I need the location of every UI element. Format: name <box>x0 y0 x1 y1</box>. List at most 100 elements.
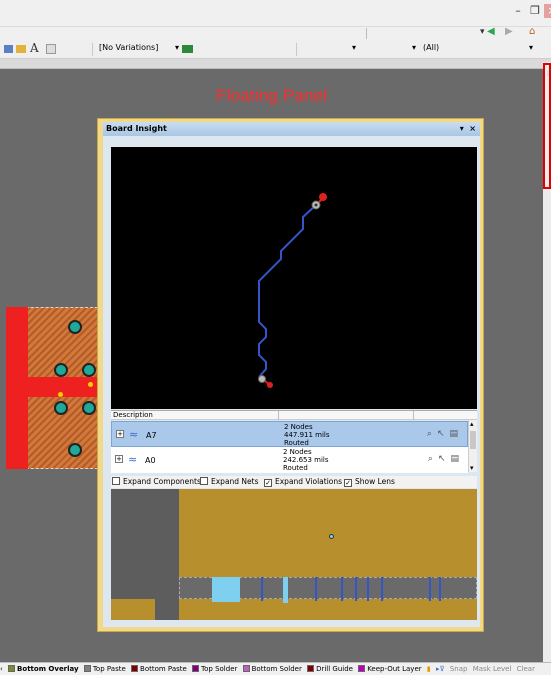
copper-area <box>111 599 155 620</box>
highlighted-pad[interactable] <box>212 577 240 602</box>
variations-dropdown-arrow-icon[interactable]: ▾ <box>175 43 179 52</box>
option-label: Expand Components <box>123 477 201 486</box>
layer-tab-bottom-overlay[interactable]: Bottom Overlay <box>8 663 79 675</box>
snap-toggle[interactable]: Snap <box>450 663 468 675</box>
net-preview-map[interactable] <box>111 147 477 409</box>
highlighted-trace[interactable] <box>283 577 288 603</box>
lens-trace <box>355 577 357 601</box>
filter-options-icon[interactable]: ▾ <box>529 43 533 52</box>
mask-level-button[interactable]: Mask Level <box>473 663 512 675</box>
net-name: A7 <box>146 431 157 440</box>
close-window-icon[interactable]: × <box>544 4 551 18</box>
select-icon[interactable]: ↖ <box>438 454 451 464</box>
checkbox[interactable] <box>112 477 120 485</box>
lens-trace <box>381 577 383 601</box>
layer-label: Bottom Paste <box>140 665 187 673</box>
zoom-icon[interactable]: ⌕ <box>427 429 437 439</box>
net-info: 2 Nodes 242.653 mils Routed <box>283 448 329 472</box>
layer-tab-drill-guide[interactable]: Drill Guide <box>307 663 353 675</box>
row-actions: ⌕↖▤ <box>428 454 464 464</box>
layer-stack-icon[interactable] <box>4 45 13 53</box>
layer-tab-bottom-solder[interactable]: Bottom Solder <box>242 663 302 675</box>
column-description[interactable]: Description <box>113 411 153 420</box>
nav-divider <box>366 28 367 39</box>
top-layer-band <box>6 377 98 397</box>
board-icon[interactable] <box>182 45 193 53</box>
board-insight-body: Board Insight ▾ × Description + ≈ A7 2 N… <box>103 122 480 627</box>
column-divider[interactable] <box>278 411 279 420</box>
layer-tab-top-paste[interactable]: Top Paste <box>83 663 126 675</box>
layer-set-icon[interactable]: ▮ <box>427 663 431 675</box>
net-status: Routed <box>284 439 309 447</box>
select-icon[interactable]: ↖ <box>437 429 450 439</box>
lens-empty-area <box>111 489 179 599</box>
net-row[interactable]: + ≈ A7 2 Nodes 447.911 mils Routed ⌕↖▤ <box>111 421 468 447</box>
expand-components-option[interactable]: Expand Components <box>112 476 201 488</box>
column-divider[interactable] <box>413 411 414 420</box>
checkbox-checked[interactable]: ✓ <box>264 479 272 487</box>
expand-icon[interactable]: + <box>115 455 123 463</box>
scroll-down-icon[interactable]: ▾ <box>470 464 474 472</box>
via[interactable] <box>88 382 93 387</box>
scroll-up-icon[interactable]: ▴ <box>470 420 474 428</box>
net-length: 447.911 mils <box>284 431 330 439</box>
lens-trace <box>367 577 369 601</box>
net-length: 242.653 mils <box>283 456 329 464</box>
expand-nets-option[interactable]: Expand Nets <box>200 476 259 488</box>
layer-tab-scroll-icon[interactable]: ‹ <box>0 663 3 675</box>
lens-trace <box>315 577 317 601</box>
panel-titlebar[interactable]: Board Insight ▾ × <box>103 122 480 136</box>
option-label: Show Lens <box>355 477 395 486</box>
folder-icon[interactable] <box>16 45 26 53</box>
toolbar-separator <box>92 43 93 56</box>
option-label: Expand Violations <box>275 477 343 486</box>
filter-dropdown[interactable]: (All) <box>423 43 439 52</box>
back-icon[interactable]: ◀ <box>487 26 495 37</box>
layer-swatch <box>192 665 200 672</box>
properties-icon[interactable]: ▤ <box>450 454 464 464</box>
pcb-pad[interactable] <box>82 401 96 415</box>
pcb-pad[interactable] <box>82 363 96 377</box>
clear-button[interactable]: Clear <box>517 663 535 675</box>
net-info: 2 Nodes 447.911 mils Routed <box>284 423 330 447</box>
via[interactable] <box>58 392 63 397</box>
net-row[interactable]: + ≈ A0 2 Nodes 242.653 mils Routed ⌕↖▤ <box>111 447 468 473</box>
pcb-pad[interactable] <box>54 363 68 377</box>
layer-swatch <box>8 665 16 672</box>
checkbox[interactable] <box>200 477 208 485</box>
text-tool-icon[interactable]: A <box>30 41 39 55</box>
pcb-pad[interactable] <box>54 401 68 415</box>
minimize-icon[interactable]: – <box>510 4 526 18</box>
layer-tab-top-solder[interactable]: Top Solder <box>192 663 237 675</box>
lens-preview[interactable] <box>111 489 477 620</box>
docked-panel-tabs[interactable]: ⋮ <box>545 70 551 77</box>
checkbox-checked[interactable]: ✓ <box>344 479 352 487</box>
forward-icon[interactable]: ▶ <box>505 26 513 37</box>
layer-tab-keep-out[interactable]: Keep-Out Layer <box>358 663 422 675</box>
layer-tab-bottom-paste[interactable]: Bottom Paste <box>131 663 187 675</box>
home-icon[interactable]: ⌂ <box>529 26 535 37</box>
layer-label: Bottom Solder <box>251 665 302 673</box>
close-icon[interactable]: × <box>469 124 476 133</box>
panel-controls: ▾ × <box>460 122 476 136</box>
filter-dropdown-arrow-icon[interactable]: ▾ <box>412 43 416 52</box>
variations-dropdown[interactable]: [No Variations] <box>99 43 158 52</box>
expand-violations-option[interactable]: ✓ Expand Violations <box>264 476 342 488</box>
dropdown-arrow-icon[interactable]: ▾ <box>480 27 485 37</box>
filter-icon[interactable]: ▸⊽ <box>436 663 445 675</box>
floating-panel-label: Floating Panel <box>216 86 328 105</box>
window-titlebar: – ❐ × <box>0 0 551 26</box>
pin-icon[interactable]: ▾ <box>460 124 464 133</box>
layer-label: Drill Guide <box>316 665 353 673</box>
expand-icon[interactable]: + <box>116 430 124 438</box>
restore-icon[interactable]: ❐ <box>527 4 543 18</box>
layer-dropdown-arrow-icon[interactable]: ▾ <box>352 43 356 52</box>
show-lens-option[interactable]: ✓ Show Lens <box>344 476 395 488</box>
component-icon[interactable] <box>46 44 56 54</box>
pcb-pad[interactable] <box>68 443 82 457</box>
grid-scrollbar[interactable]: ▴ ▾ <box>468 420 477 472</box>
zoom-icon[interactable]: ⌕ <box>428 454 438 464</box>
scroll-thumb[interactable] <box>470 431 476 449</box>
properties-icon[interactable]: ▤ <box>449 429 463 439</box>
pcb-pad[interactable] <box>68 320 82 334</box>
